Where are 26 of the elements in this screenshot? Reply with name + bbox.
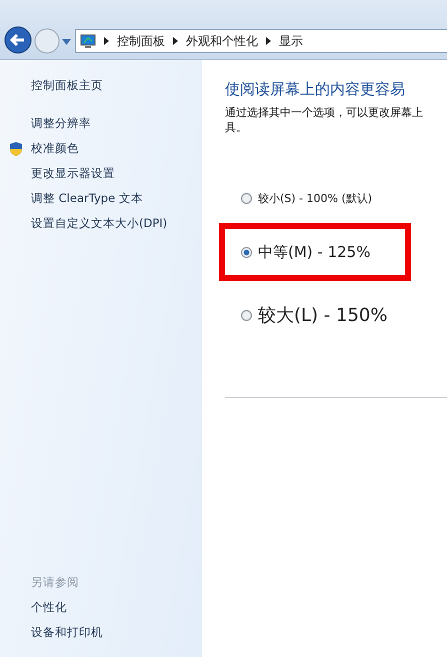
sidebar-link[interactable]: 更改显示器设置 [31, 166, 115, 181]
chevron-icon[interactable] [173, 37, 178, 45]
address-bar[interactable]: 控制面板 外观和个性化 显示 [75, 29, 447, 53]
breadcrumb-item[interactable]: 显示 [279, 32, 303, 50]
radio-option[interactable]: 较小(S) - 100% (默认) [241, 190, 372, 206]
description-line: 具。 [225, 120, 248, 135]
breadcrumb-item[interactable]: 控制面板 [117, 32, 165, 50]
breadcrumb-item[interactable]: 外观和个性化 [186, 32, 258, 50]
description-line: 通过选择其中一个选项，可以更改屏幕上 [225, 105, 424, 120]
section-heading: 另请参阅 [31, 574, 80, 591]
radio-option[interactable]: 中等(M) - 125% [241, 242, 370, 262]
monitor-icon [80, 34, 96, 48]
sidebar-link[interactable]: 调整 ClearType 文本 [31, 191, 143, 206]
sidebar-link[interactable]: 校准颜色 [31, 141, 79, 156]
chevron-icon[interactable] [104, 37, 109, 45]
chevron-icon[interactable] [266, 37, 271, 45]
sidebar-link[interactable]: 个性化 [31, 600, 67, 615]
sidebar-link[interactable]: 调整分辨率 [31, 116, 91, 131]
radio-option[interactable]: 较大(L) - 150% [241, 303, 388, 327]
dropdown-icon[interactable] [62, 39, 71, 45]
page-title: 使阅读屏幕上的内容更容易 [225, 80, 406, 99]
back-button[interactable] [4, 26, 32, 54]
sidebar-link[interactable]: 设备和打印机 [31, 625, 103, 640]
shield-icon [8, 140, 24, 156]
sidebar-link[interactable]: 设置自定义文本大小(DPI) [31, 216, 168, 231]
sidebar-link[interactable]: 控制面板主页 [31, 78, 202, 93]
